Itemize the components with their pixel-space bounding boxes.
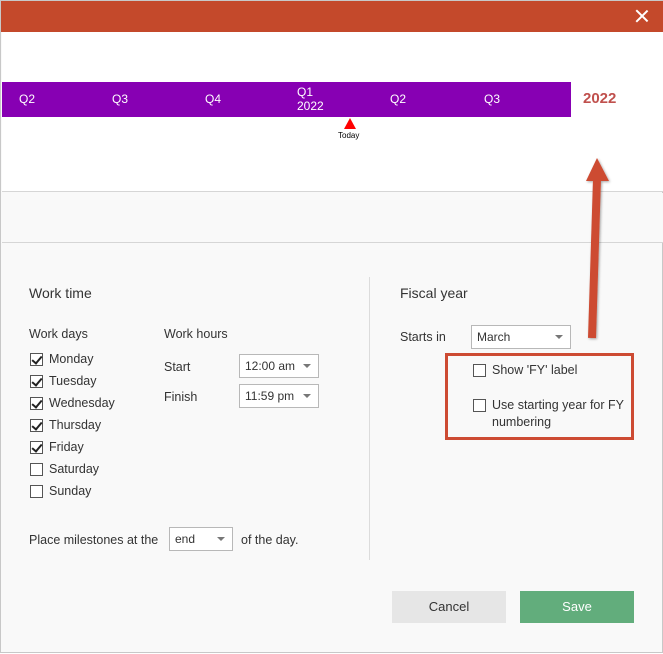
quarter-label: Q3 xyxy=(484,92,500,106)
fiscal-start-month-dropdown[interactable]: March xyxy=(471,325,571,349)
chevron-down-icon xyxy=(303,394,311,398)
close-icon[interactable] xyxy=(634,8,650,24)
milestones-suffix-label: of the day. xyxy=(241,533,298,547)
chevron-down-icon xyxy=(217,537,225,541)
save-button[interactable]: Save xyxy=(520,591,634,623)
fiscal-year-title: Fiscal year xyxy=(400,285,468,301)
checkbox-tuesday[interactable]: Tuesday xyxy=(30,372,96,390)
fiscal-settings-dialog: Q2 Q3 Q4 Q1 2022 Q2 Q3 2022 Today Work t… xyxy=(0,0,663,653)
finish-label: Finish xyxy=(164,390,197,404)
quarter-label: Q2 xyxy=(390,92,406,106)
work-days-label: Work days xyxy=(29,327,88,341)
work-time-title: Work time xyxy=(29,285,92,301)
checkbox-label: Sunday xyxy=(49,484,91,498)
checkbox-label: Friday xyxy=(49,440,84,454)
year-label: 2022 xyxy=(583,90,616,107)
work-hours-label: Work hours xyxy=(164,327,228,341)
checkbox-sunday[interactable]: Sunday xyxy=(30,482,91,500)
checkbox-saturday[interactable]: Saturday xyxy=(30,460,99,478)
timeline-preview: Q2 Q3 Q4 Q1 2022 Q2 Q3 2022 Today xyxy=(2,32,663,192)
chevron-down-icon xyxy=(555,335,563,339)
checkbox-label: Thursday xyxy=(49,418,101,432)
checkbox-icon[interactable] xyxy=(30,397,43,410)
checkbox-thursday[interactable]: Thursday xyxy=(30,416,101,434)
milestones-position-dropdown[interactable]: end xyxy=(169,527,233,551)
quarter-label: Q3 xyxy=(112,92,128,106)
starts-in-label: Starts in xyxy=(400,330,446,344)
dialog-titlebar xyxy=(1,1,663,32)
checkbox-icon[interactable] xyxy=(30,353,43,366)
start-label: Start xyxy=(164,360,190,374)
quarter-label: Q4 xyxy=(205,92,221,106)
fiscal-start-month-value: March xyxy=(477,330,510,344)
cancel-button[interactable]: Cancel xyxy=(392,591,506,623)
chevron-down-icon xyxy=(303,364,311,368)
checkbox-monday[interactable]: Monday xyxy=(30,350,93,368)
quarter-label-with-year: Q1 2022 xyxy=(297,85,324,115)
finish-time-dropdown[interactable]: 11:59 pm xyxy=(239,384,319,408)
checkbox-label: Wednesday xyxy=(49,396,115,410)
annotation-highlight-box xyxy=(445,353,634,440)
checkbox-icon[interactable] xyxy=(30,463,43,476)
milestones-position-value: end xyxy=(175,532,195,546)
checkbox-label: Saturday xyxy=(49,462,99,476)
timescale-bar: Q2 Q3 Q4 Q1 2022 Q2 Q3 xyxy=(2,82,571,117)
today-label: Today xyxy=(338,131,359,140)
today-marker-icon xyxy=(344,118,356,129)
quarter-label: Q2 xyxy=(19,92,35,106)
checkbox-icon[interactable] xyxy=(30,441,43,454)
checkbox-icon[interactable] xyxy=(30,485,43,498)
separator-band xyxy=(2,193,663,243)
quarter-year: 2022 xyxy=(297,99,324,113)
checkbox-label: Monday xyxy=(49,352,93,366)
start-time-value: 12:00 am xyxy=(245,359,295,373)
section-divider xyxy=(369,277,370,560)
checkbox-icon[interactable] xyxy=(30,419,43,432)
finish-time-value: 11:59 pm xyxy=(245,389,294,403)
milestones-prefix-label: Place milestones at the xyxy=(29,533,158,547)
checkbox-icon[interactable] xyxy=(30,375,43,388)
checkbox-friday[interactable]: Friday xyxy=(30,438,84,456)
checkbox-wednesday[interactable]: Wednesday xyxy=(30,394,115,412)
checkbox-label: Tuesday xyxy=(49,374,96,388)
start-time-dropdown[interactable]: 12:00 am xyxy=(239,354,319,378)
quarter-label: Q1 xyxy=(297,85,313,99)
